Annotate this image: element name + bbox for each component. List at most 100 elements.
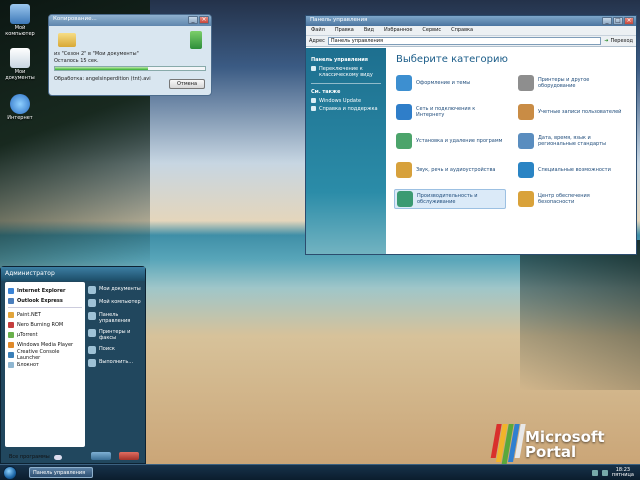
start-menu-user: Администратор xyxy=(1,267,145,281)
place-icon xyxy=(88,312,96,320)
wallpaper-palm-shadow-right xyxy=(520,240,640,390)
minimize-icon[interactable]: _ xyxy=(188,16,198,24)
minimize-icon[interactable]: _ xyxy=(602,17,612,25)
documents-icon xyxy=(10,48,30,68)
start-place-5[interactable]: Выполнить... xyxy=(88,359,144,367)
start-item-блокнот[interactable]: Блокнот xyxy=(8,360,82,369)
category-accessibility[interactable]: Специальные возможности xyxy=(516,160,628,180)
network-icon xyxy=(396,104,412,120)
printer-icon xyxy=(518,75,534,91)
category-performance[interactable]: Производительность и обслуживание xyxy=(394,189,506,209)
taskbar-button-control-panel[interactable]: Панель управления xyxy=(29,467,93,478)
place-icon xyxy=(88,329,96,337)
control-panel-titlebar[interactable]: Панель управления _ □ × xyxy=(306,16,636,26)
copy-progress-fill xyxy=(55,67,148,70)
start-place-4[interactable]: Поиск xyxy=(88,346,144,354)
windows-update-link[interactable]: Windows Update xyxy=(311,98,381,104)
category-security-shield[interactable]: Центр обеспечения безопасности xyxy=(516,189,628,209)
programs-icon xyxy=(396,133,412,149)
accessibility-icon xyxy=(518,162,534,178)
category-network[interactable]: Сеть и подключения к Интернету xyxy=(394,102,506,122)
program-icon xyxy=(8,297,14,304)
category-printer[interactable]: Принтеры и другое оборудование xyxy=(516,73,628,93)
close-icon[interactable]: × xyxy=(624,17,634,25)
control-panel-window: Панель управления _ □ × Файл Правка Вид … xyxy=(305,15,637,255)
start-menu-places: Мои документы Мой компьютер Панель управле… xyxy=(88,283,144,372)
place-icon xyxy=(88,346,96,354)
start-item--torrent[interactable]: µTorrent xyxy=(8,330,82,339)
copy-time-remaining: Осталось 15 сек. xyxy=(54,58,99,64)
sidebar-header-panel: Панель управления xyxy=(311,57,369,63)
close-icon[interactable]: × xyxy=(199,16,209,24)
help-support-link[interactable]: Справка и поддержка xyxy=(311,106,381,112)
start-place-3[interactable]: Принтеры и факсы xyxy=(88,329,144,341)
desktop: Мой компьютер Мои документы Интернет Коп… xyxy=(0,0,640,480)
address-input[interactable]: Панель управления xyxy=(327,37,602,45)
menu-tools[interactable]: Сервис xyxy=(422,27,441,34)
menu-file[interactable]: Файл xyxy=(311,27,325,34)
menu-favorites[interactable]: Избранное xyxy=(384,27,412,34)
start-button[interactable] xyxy=(3,465,17,480)
start-item-paint-net[interactable]: Paint.NET xyxy=(8,310,82,319)
source-folder-icon xyxy=(58,33,76,47)
taskbar: Панель управления 18:23 пятница xyxy=(0,464,640,480)
page-title: Выберите категорию xyxy=(396,54,508,65)
start-place-2[interactable]: Панель управления xyxy=(88,312,144,324)
copy-dialog: Копирование... _ × из "Сезон 2" в "Мои д… xyxy=(48,14,212,96)
menu-help[interactable]: Справка xyxy=(451,27,473,34)
lock-button[interactable] xyxy=(91,452,111,460)
program-icon xyxy=(8,331,14,338)
address-bar: Адрес Панель управления ➜ Переход xyxy=(306,36,636,47)
clock[interactable]: 18:23 пятница xyxy=(612,467,634,478)
copy-progress-bar xyxy=(54,66,206,71)
start-menu-programs: Internet Explorer Outlook Express Paint.N… xyxy=(5,282,85,447)
program-icon xyxy=(8,361,14,368)
category-grid: Оформление и темы Принтеры и другое обору… xyxy=(394,73,628,209)
appearance-icon xyxy=(396,75,412,91)
program-icon xyxy=(8,351,14,358)
category-datetime[interactable]: Дата, время, язык и региональные стандар… xyxy=(516,131,628,151)
network-tray-icon[interactable] xyxy=(591,469,598,476)
desktop-icon-my-documents[interactable]: Мои документы xyxy=(0,48,40,81)
performance-icon xyxy=(397,191,413,207)
start-item-nero-burning-rom[interactable]: Nero Burning ROM xyxy=(8,320,82,329)
go-button[interactable]: ➜ Переход xyxy=(604,38,633,44)
place-icon xyxy=(88,286,96,294)
computer-icon xyxy=(10,4,30,24)
control-panel-sidebar: Панель управления Переключение к классич… xyxy=(306,48,386,254)
category-users[interactable]: Учетные записи пользователей xyxy=(516,102,628,122)
start-item-creative-console-launcher[interactable]: Creative Console Launcher xyxy=(8,349,82,361)
menu-edit[interactable]: Правка xyxy=(335,27,354,34)
users-icon xyxy=(518,104,534,120)
system-tray: 18:23 пятница xyxy=(591,467,640,478)
address-label: Адрес xyxy=(309,38,325,44)
menu-view[interactable]: Вид xyxy=(364,27,374,34)
switch-classic-view-link[interactable]: Переключение к классическому виду xyxy=(311,66,381,78)
category-sound[interactable]: Звук, речь и аудиоустройства xyxy=(394,160,506,180)
cancel-button[interactable]: Отмена xyxy=(169,79,205,89)
start-place-1[interactable]: Мой компьютер xyxy=(88,299,144,307)
start-menu: Администратор Internet Explorer Outlook E… xyxy=(0,266,146,464)
desktop-icon-my-computer[interactable]: Мой компьютер xyxy=(0,4,40,37)
volume-tray-icon[interactable] xyxy=(601,469,608,476)
category-appearance[interactable]: Оформление и темы xyxy=(394,73,506,93)
go-arrow-icon: ➜ xyxy=(604,38,609,44)
start-item-internet-explorer[interactable]: Internet Explorer xyxy=(8,286,82,295)
copy-dialog-titlebar[interactable]: Копирование... _ × xyxy=(49,15,211,26)
menu-bar: Файл Правка Вид Избранное Сервис Справка xyxy=(306,26,636,36)
internet-explorer-icon xyxy=(10,94,30,114)
arrow-right-icon xyxy=(53,454,62,460)
copy-source-dest: из "Сезон 2" в "Мои документы" xyxy=(54,51,139,57)
destination-folder-icon xyxy=(190,31,202,49)
desktop-icon-internet[interactable]: Интернет xyxy=(0,94,40,121)
category-programs[interactable]: Установка и удаление программ xyxy=(394,131,506,151)
program-icon xyxy=(8,287,14,294)
datetime-icon xyxy=(518,133,534,149)
program-icon xyxy=(8,321,14,328)
all-programs-button[interactable]: Все программы xyxy=(9,454,62,460)
program-icon xyxy=(8,311,14,318)
start-item-outlook-express[interactable]: Outlook Express xyxy=(8,296,82,305)
shutdown-button[interactable] xyxy=(119,452,139,460)
maximize-icon[interactable]: □ xyxy=(613,17,623,25)
start-place-0[interactable]: Мои документы xyxy=(88,286,144,294)
